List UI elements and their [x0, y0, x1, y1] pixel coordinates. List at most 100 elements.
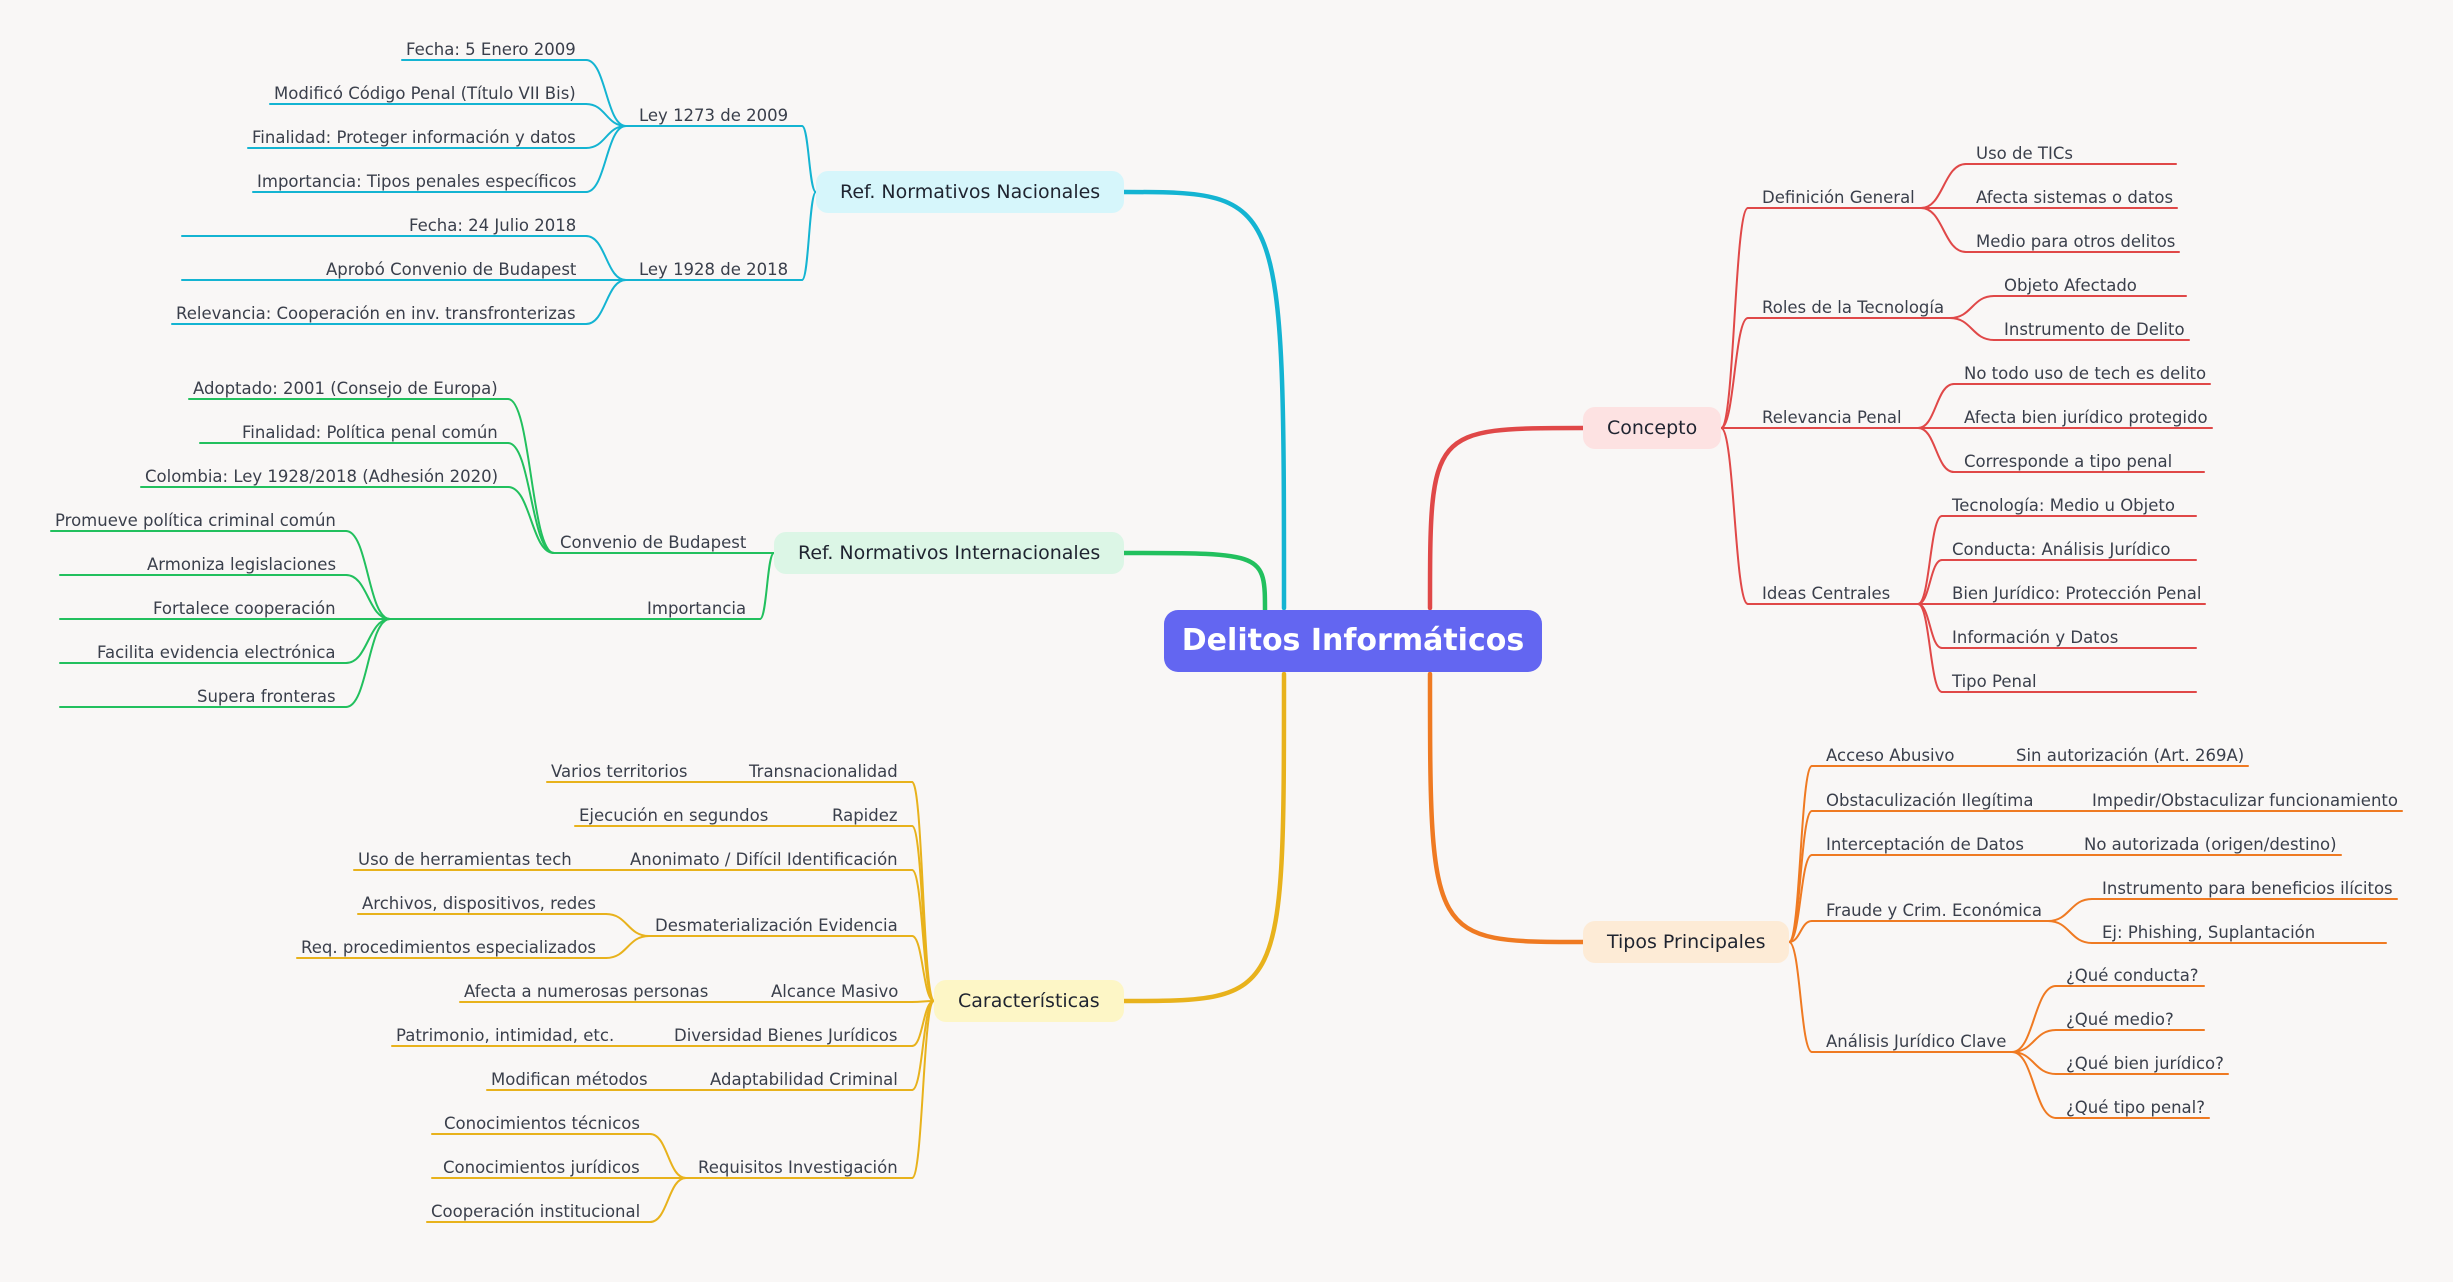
- leaf-item[interactable]: Finalidad: Proteger información y datos: [252, 128, 576, 148]
- subtopic[interactable]: Requisitos Investigación: [698, 1158, 898, 1178]
- leaf-item[interactable]: Colombia: Ley 1928/2018 (Adhesión 2020): [145, 467, 498, 487]
- leaf-item[interactable]: Archivos, dispositivos, redes: [362, 894, 596, 914]
- branch-internacionales[interactable]: Ref. Normativos Internacionales: [774, 532, 1125, 574]
- leaf-link: [649, 1133, 687, 1179]
- branch-tipos[interactable]: Tipos Principales: [1583, 921, 1790, 963]
- leaf-item[interactable]: Instrumento para beneficios ilícitos: [2102, 879, 2393, 899]
- leaf-item[interactable]: Afecta sistemas o datos: [1976, 188, 2173, 208]
- leaf-item[interactable]: Finalidad: Política penal común: [242, 423, 498, 443]
- leaf-item[interactable]: No autorizada (origen/destino): [2084, 835, 2337, 855]
- subtopic[interactable]: Ley 1273 de 2009: [639, 106, 788, 126]
- subtopic[interactable]: Relevancia Penal: [1762, 408, 1902, 428]
- subtopic[interactable]: Roles de la Tecnología: [1762, 298, 1944, 318]
- leaf-item[interactable]: Afecta a numerosas personas: [464, 982, 708, 1002]
- leaf-item[interactable]: Tipo Penal: [1952, 672, 2037, 692]
- leaf-item[interactable]: Uso de TICs: [1976, 144, 2073, 164]
- leaf-item[interactable]: Tecnología: Medio u Objeto: [1952, 496, 2175, 516]
- leaf-link: [585, 279, 627, 325]
- branch-concepto[interactable]: Concepto: [1583, 407, 1722, 449]
- root-node[interactable]: Delitos Informáticos: [1164, 610, 1542, 672]
- leaf-item[interactable]: Patrimonio, intimidad, etc.: [396, 1026, 614, 1046]
- trunk-caracteristicas: [1121, 671, 1287, 1004]
- subtopic[interactable]: Definición General: [1762, 188, 1915, 208]
- branch-caracteristicas[interactable]: Características: [934, 980, 1124, 1022]
- leaf-link: [1949, 295, 1995, 319]
- leaf-item[interactable]: Importancia: Tipos penales específicos: [257, 172, 576, 192]
- leaf-link: [1949, 317, 1995, 341]
- leaf-item[interactable]: ¿Qué medio?: [2066, 1010, 2174, 1030]
- link-tipos: [1788, 765, 1813, 943]
- subtopic[interactable]: Análisis Jurídico Clave: [1826, 1032, 2006, 1052]
- leaf-item[interactable]: ¿Qué tipo penal?: [2066, 1098, 2205, 1118]
- trunk-concepto: [1427, 425, 1586, 611]
- leaf-item[interactable]: Conocimientos jurídicos: [443, 1158, 640, 1178]
- subtopic[interactable]: Rapidez: [832, 806, 898, 826]
- leaf-item[interactable]: No todo uso de tech es delito: [1964, 364, 2206, 384]
- subtopic[interactable]: Diversidad Bienes Jurídicos: [674, 1026, 898, 1046]
- leaf-item[interactable]: Fecha: 5 Enero 2009: [406, 40, 576, 60]
- link-internacionales: [759, 552, 775, 620]
- leaf-item[interactable]: Varios territorios: [551, 762, 688, 782]
- leaf-link: [1917, 427, 1955, 473]
- subtopic[interactable]: Anonimato / Difícil Identificación: [630, 850, 898, 870]
- leaf-item[interactable]: Cooperación institucional: [431, 1202, 640, 1222]
- leaf-item[interactable]: Conocimientos técnicos: [444, 1114, 640, 1134]
- subtopic[interactable]: Fraude y Crim. Económica: [1826, 901, 2042, 921]
- branch-nacionales[interactable]: Ref. Normativos Nacionales: [816, 171, 1125, 213]
- subtopic[interactable]: Adaptabilidad Criminal: [710, 1070, 898, 1090]
- subtopic[interactable]: Transnacionalidad: [749, 762, 898, 782]
- leaf-item[interactable]: Ejecución en segundos: [579, 806, 768, 826]
- subtopic[interactable]: Interceptación de Datos: [1826, 835, 2024, 855]
- leaf-item[interactable]: Req. procedimientos especializados: [301, 938, 596, 958]
- leaf-link: [2047, 920, 2093, 944]
- leaf-item[interactable]: Fecha: 24 Julio 2018: [409, 216, 576, 236]
- subtopic[interactable]: Ley 1928 de 2018: [639, 260, 788, 280]
- leaf-link: [1920, 207, 1967, 253]
- leaf-item[interactable]: Bien Jurídico: Protección Penal: [1952, 584, 2201, 604]
- leaf-item[interactable]: Relevancia: Cooperación en inv. transfro…: [176, 304, 576, 324]
- leaf-item[interactable]: Adoptado: 2001 (Consejo de Europa): [193, 379, 498, 399]
- trunk-tipos: [1427, 671, 1586, 945]
- leaf-item[interactable]: Instrumento de Delito: [2004, 320, 2185, 340]
- leaf-item[interactable]: Supera fronteras: [197, 687, 336, 707]
- leaf-item[interactable]: Conducta: Análisis Jurídico: [1952, 540, 2170, 560]
- leaf-item[interactable]: Impedir/Obstaculizar funcionamiento: [2092, 791, 2398, 811]
- link-tipos: [1788, 941, 1813, 1053]
- leaf-link: [2047, 898, 2093, 922]
- subtopic[interactable]: Convenio de Budapest: [560, 533, 746, 553]
- leaf-link: [1917, 603, 1943, 693]
- subtopic[interactable]: Ideas Centrales: [1762, 584, 1890, 604]
- leaf-link: [1917, 515, 1943, 605]
- leaf-item[interactable]: Facilita evidencia electrónica: [97, 643, 336, 663]
- leaf-link: [1920, 163, 1967, 209]
- subtopic[interactable]: Alcance Masivo: [771, 982, 898, 1002]
- leaf-item[interactable]: Sin autorización (Art. 269A): [2016, 746, 2244, 766]
- subtopic[interactable]: Acceso Abusivo: [1826, 746, 1955, 766]
- leaf-item[interactable]: Fortalece cooperación: [153, 599, 336, 619]
- leaf-item[interactable]: Corresponde a tipo penal: [1964, 452, 2172, 472]
- leaf-link: [507, 442, 555, 554]
- leaf-link: [605, 913, 650, 937]
- leaf-item[interactable]: Medio para otros delitos: [1976, 232, 2175, 252]
- subtopic[interactable]: Obstaculización Ilegítima: [1826, 791, 2033, 811]
- leaf-item[interactable]: Armoniza legislaciones: [147, 555, 336, 575]
- leaf-item[interactable]: Afecta bien jurídico protegido: [1964, 408, 2208, 428]
- leaf-item[interactable]: Modificó Código Penal (Título VII Bis): [274, 84, 576, 104]
- subtopic[interactable]: Importancia: [647, 599, 746, 619]
- subtopic[interactable]: Desmaterialización Evidencia: [655, 916, 898, 936]
- leaf-item[interactable]: Objeto Afectado: [2004, 276, 2137, 296]
- link-nacionales: [801, 191, 817, 281]
- link-caracteristicas: [911, 825, 935, 1002]
- leaf-item[interactable]: Modifican métodos: [491, 1070, 648, 1090]
- leaf-item[interactable]: ¿Qué conducta?: [2066, 966, 2199, 986]
- mind-map: Delitos Informáticos Concepto Definición …: [0, 0, 2453, 1282]
- leaf-link: [605, 935, 650, 959]
- leaf-item[interactable]: ¿Qué bien jurídico?: [2066, 1054, 2224, 1074]
- leaf-link: [585, 235, 627, 281]
- leaf-item[interactable]: Promueve política criminal común: [55, 511, 336, 531]
- leaf-item[interactable]: Aprobó Convenio de Budapest: [326, 260, 576, 280]
- leaf-item[interactable]: Uso de herramientas tech: [358, 850, 572, 870]
- leaf-item[interactable]: Información y Datos: [1952, 628, 2118, 648]
- leaf-link: [507, 398, 555, 554]
- leaf-item[interactable]: Ej: Phishing, Suplantación: [2102, 923, 2315, 943]
